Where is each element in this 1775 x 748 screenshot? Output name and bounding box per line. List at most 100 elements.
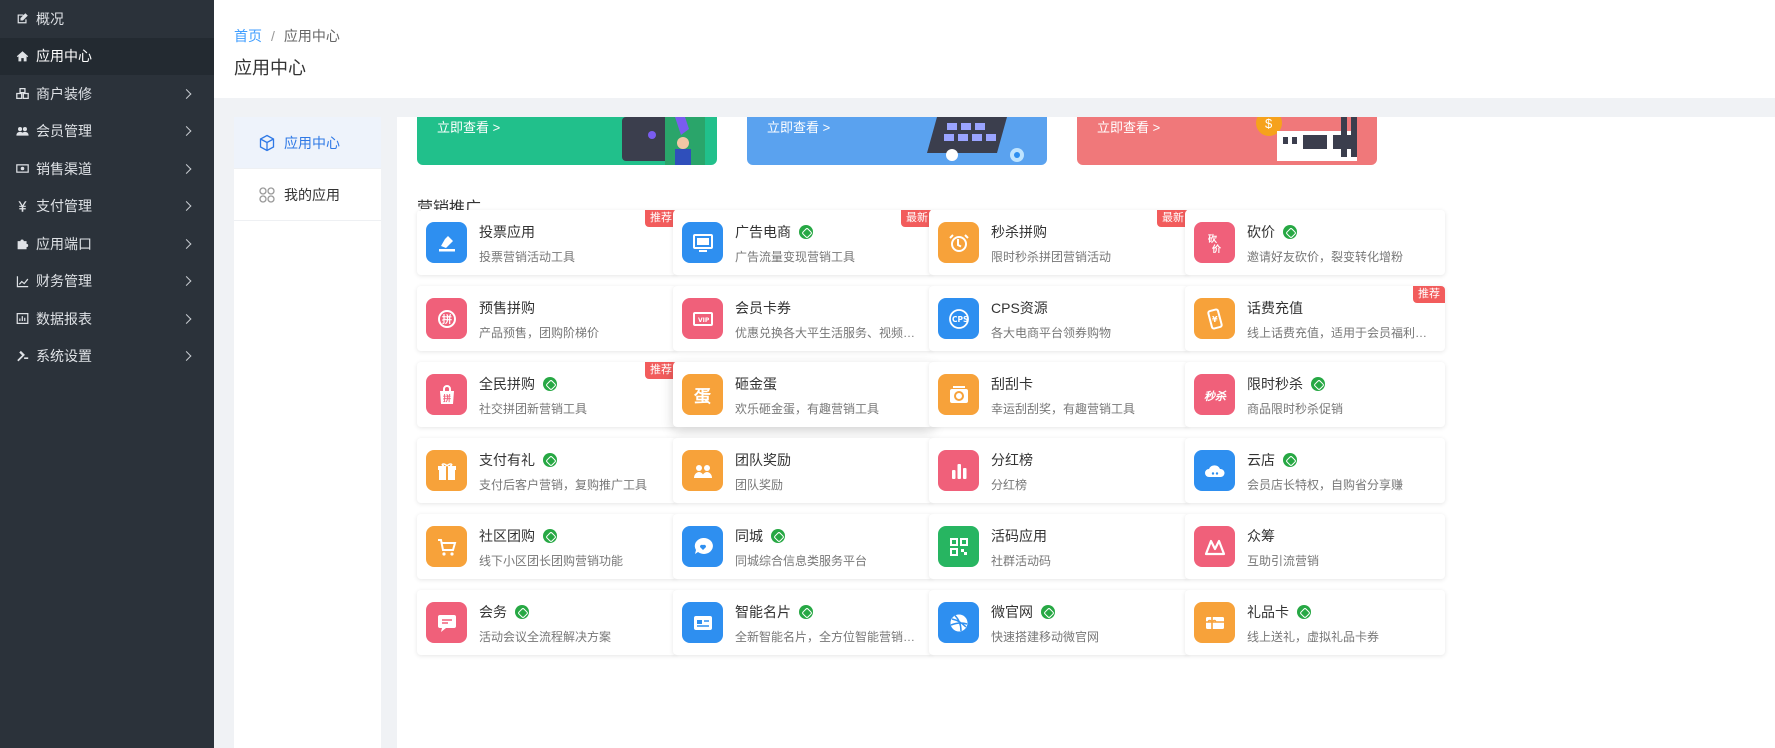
app-desc: 全新智能名片，全方位智能营销工具 [735,630,923,644]
app-name: 微官网 [991,602,1055,622]
svg-text:价: 价 [1212,244,1222,255]
app-card[interactable]: 微官网 快速搭建移动微官网 [929,590,1189,655]
svg-text:拼: 拼 [443,393,451,403]
app-desc: 欢乐砸金蛋，有趣营销工具 [735,402,880,416]
app-card[interactable]: 同城 同城综合信息类服务平台 [673,514,933,579]
chevron-right-icon [181,163,192,174]
promo-banner[interactable]: 立即查看 > $ [1077,117,1377,165]
sidebar-item-member-management[interactable]: 会员管理 [0,113,214,151]
app-badge: 推荐 [1413,286,1445,303]
app-desc: 限时秒杀拼团营销活动 [991,250,1112,264]
svg-text:$: $ [1265,117,1273,131]
chevron-right-icon [181,88,192,99]
sidebar: 概况 应用中心 商户装修 会员管理 销售渠道 支付管理 应用端口 财务管理 数据… [0,0,214,748]
app-card[interactable]: CPS CPS资源 各大电商平台领券购物 [929,286,1189,351]
edit-icon [14,12,30,26]
app-card[interactable]: 秒杀拼购 限时秒杀拼团营销活动 最新 [929,210,1189,275]
sidebar-item-system-settings[interactable]: 系统设置 [0,338,214,376]
page-header: 首页 / 应用中心 应用中心 [214,0,1775,98]
sidebar-item-sales-channel[interactable]: 销售渠道 [0,150,214,188]
app-desc: 投票营销活动工具 [479,250,576,264]
breadcrumb-separator: / [271,28,275,44]
submenu-item-app-center[interactable]: 应用中心 [234,117,381,169]
app-card[interactable]: 分红榜 分红榜 [929,438,1189,503]
money-icon [14,162,30,176]
cubes-icon [14,87,30,101]
sidebar-item-label: 应用中心 [36,48,92,65]
home-icon [14,49,30,63]
app-name: 云店 [1247,450,1297,470]
app-card[interactable]: 社区团购 线下小区团长团购营销功能 [417,514,677,579]
pin-icon: 拼 [426,298,467,339]
breadcrumb-home-link[interactable]: 首页 [234,28,262,44]
app-name: 砸金蛋 [735,376,777,392]
page-title: 应用中心 [234,58,306,78]
sidebar-item-label: 支付管理 [36,198,92,215]
scratch-card-icon [938,374,979,415]
chevron-right-icon [181,351,192,362]
sidebar-item-finance-management[interactable]: 财务管理 [0,263,214,301]
app-desc: 互助引流营销 [1247,554,1320,568]
app-desc: 支付后客户营销，复购推广工具 [479,478,648,492]
app-card[interactable]: 投票应用 投票营销活动工具 推荐 [417,210,677,275]
sidebar-item-app-center[interactable]: 应用中心 [0,37,214,75]
app-card[interactable]: ¥ 话费充值 线上话费充值，适用于会员福利发放 推荐 [1185,286,1445,351]
sidebar-item-payment-management[interactable]: 支付管理 [0,188,214,226]
banner-view-now-link[interactable]: 立即查看 > [767,117,830,136]
dribbble-icon [938,602,979,643]
promo-banner[interactable]: 立即查看 > [417,117,717,165]
app-card[interactable]: 秒杀 限时秒杀 商品限时秒杀促销 [1185,362,1445,427]
app-card[interactable]: 拼全民拼购 社交拼团新营销工具 推荐 [417,362,677,427]
app-card[interactable]: 活码应用 社群活动码 [929,514,1189,579]
gift-card-icon [1194,602,1235,643]
app-card[interactable]: 智能名片 全新智能名片，全方位智能营销工具 [673,590,933,655]
sidebar-item-label: 概况 [36,10,64,27]
users-icon [14,124,30,138]
app-card[interactable]: 众筹 互助引流营销 [1185,514,1445,579]
sidebar-item-label: 会员管理 [36,123,92,140]
breadcrumb-current: 应用中心 [283,28,340,44]
app-desc: 优惠兑换各大平生活服务、视频会员 [735,326,923,340]
link-icon [543,453,557,467]
app-name: 众筹 [1247,528,1275,544]
qrcode-icon [938,526,979,567]
link-icon [1297,605,1311,619]
cloud-icon [1194,450,1235,491]
sidebar-item-overview[interactable]: 概况 [0,0,214,38]
app-card[interactable]: VIP 会员卡券 优惠兑换各大平生活服务、视频会员 [673,286,933,351]
app-card[interactable]: 支付有礼 支付后客户营销，复购推广工具 [417,438,677,503]
app-card[interactable]: 广告电商 广告流量变现营销工具 最新 [673,210,933,275]
app-name: 社区团购 [479,526,557,546]
sub-menu: 应用中心 我的应用 [234,117,381,748]
link-icon [1311,377,1325,391]
chat-heart-icon [682,526,723,567]
app-name: 限时秒杀 [1247,374,1325,394]
sidebar-item-app-port[interactable]: 应用端口 [0,225,214,263]
submenu-item-my-apps[interactable]: 我的应用 [234,169,381,221]
sidebar-item-label: 财务管理 [36,273,92,290]
app-name: 同城 [735,526,785,546]
app-card[interactable]: 蛋 砸金蛋 欢乐砸金蛋，有趣营销工具 [673,362,933,427]
link-icon [1283,453,1297,467]
app-card[interactable]: 刮刮卡 幸运刮刮奖，有趣营销工具 [929,362,1189,427]
banner-view-now-link[interactable]: 立即查看 > [437,117,500,136]
app-card[interactable]: 砍价砍价 邀请好友砍价，裂变转化增粉 [1185,210,1445,275]
link-icon [1041,605,1055,619]
app-card[interactable]: 云店 会员店长特权，自购省分享赚 [1185,438,1445,503]
line-chart-icon [14,274,30,288]
app-name: 礼品卡 [1247,602,1311,622]
app-name: 会务 [479,602,529,622]
app-card[interactable]: 拼 预售拼购 产品预售，团购阶梯价 [417,286,677,351]
app-card[interactable]: 礼品卡 线上送礼，虚拟礼品卡券 [1185,590,1445,655]
promo-banner[interactable]: 立即查看 > [747,117,1047,165]
sidebar-item-merchant-decoration[interactable]: 商户装修 [0,75,214,113]
svg-text:砍: 砍 [1208,233,1218,245]
app-card[interactable]: 会务 活动会议全流程解决方案 [417,590,677,655]
sidebar-item-data-report[interactable]: 数据报表 [0,300,214,338]
banner-view-now-link[interactable]: 立即查看 > [1097,117,1160,136]
link-icon [543,529,557,543]
app-name: 全民拼购 [479,374,557,394]
app-name: 分红榜 [991,452,1033,468]
app-card[interactable]: 团队奖励 团队奖励 [673,438,933,503]
app-desc: 广告流量变现营销工具 [735,250,856,264]
